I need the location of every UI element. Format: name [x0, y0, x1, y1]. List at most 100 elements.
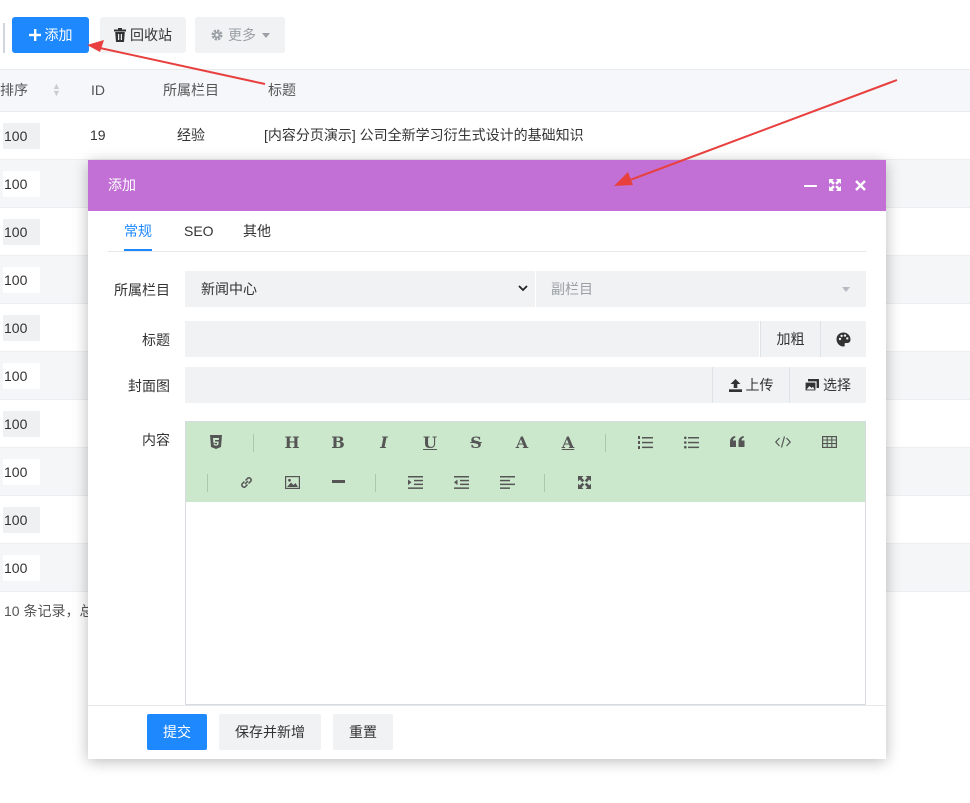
- rich-text-editor: H B I U S A A: [185, 421, 866, 705]
- subcategory-placeholder: 副栏目: [551, 281, 593, 297]
- close-icon: [854, 179, 866, 191]
- more-label: 更多: [228, 27, 256, 43]
- save-and-new-button[interactable]: 保存并新增: [219, 714, 321, 750]
- header-title: 标题: [268, 82, 296, 98]
- outdent-icon[interactable]: [449, 470, 473, 494]
- sort-input[interactable]: 100: [3, 459, 40, 485]
- table-header: 排序 ▲ ▼ ID 所属栏目 标题: [0, 69, 970, 112]
- cell-id: 19: [90, 127, 106, 143]
- trash-icon: [114, 28, 126, 42]
- sort-icon[interactable]: ▲ ▼: [52, 82, 61, 98]
- bold-icon[interactable]: B: [326, 430, 350, 454]
- plus-icon: [28, 29, 41, 41]
- editor-toolbar: H B I U S A A: [186, 422, 865, 502]
- add-button[interactable]: 添加: [12, 17, 89, 53]
- toolbar-separator: [207, 474, 208, 492]
- palette-icon: [836, 332, 851, 346]
- gear-icon: [211, 29, 223, 41]
- cover-label: 封面图: [128, 378, 170, 394]
- maximize-button[interactable]: [827, 177, 843, 193]
- choose-button[interactable]: 选择: [789, 367, 866, 403]
- upload-label: 上传: [745, 377, 774, 393]
- category-select-value: 新闻中心: [201, 281, 257, 297]
- add-button-label: 添加: [44, 27, 73, 43]
- chevron-down-icon: [842, 287, 850, 292]
- reset-button[interactable]: 重置: [333, 714, 393, 750]
- toolbar-left-edge: [3, 23, 5, 53]
- title-label: 标题: [142, 332, 170, 348]
- images-icon: [805, 379, 819, 391]
- dialog-header: 添加: [88, 160, 886, 211]
- content-label: 内容: [142, 432, 170, 448]
- chevron-down-icon: [518, 285, 528, 292]
- image-icon[interactable]: [280, 470, 304, 494]
- background-color-icon[interactable]: A: [556, 430, 580, 454]
- sort-input[interactable]: 100: [3, 315, 40, 341]
- tab-other[interactable]: 其他: [243, 211, 271, 251]
- minimize-button[interactable]: [802, 177, 818, 193]
- submit-button[interactable]: 提交: [147, 714, 207, 750]
- table-row: 100 19 经验 [内容分页演示] 公司全新学习衍生式设计的基础知识: [0, 112, 970, 160]
- sort-input[interactable]: 100: [3, 555, 40, 581]
- list-toolbar: 添加 回收站 更多: [0, 17, 970, 53]
- dialog-tabs: 常规 SEO 其他: [108, 211, 866, 252]
- sort-input[interactable]: 100: [3, 507, 40, 533]
- tab-seo[interactable]: SEO: [184, 211, 214, 251]
- code-icon[interactable]: [771, 430, 795, 454]
- chevron-down-icon: [262, 32, 270, 38]
- close-button[interactable]: [852, 177, 868, 193]
- subcategory-select[interactable]: 副栏目: [536, 271, 866, 307]
- cell-category: 经验: [177, 127, 205, 143]
- upload-button[interactable]: 上传: [712, 367, 789, 403]
- cover-input[interactable]: [185, 367, 712, 403]
- link-icon[interactable]: [234, 470, 258, 494]
- toolbar-separator: [544, 474, 545, 492]
- title-input[interactable]: [185, 321, 759, 357]
- choose-label: 选择: [823, 377, 851, 393]
- font-color-icon[interactable]: A: [510, 430, 534, 454]
- category-label: 所属栏目: [114, 282, 170, 298]
- ordered-list-icon[interactable]: [633, 430, 657, 454]
- strikethrough-icon[interactable]: S: [464, 430, 488, 454]
- sort-input[interactable]: 100: [3, 267, 40, 293]
- minimize-icon: [803, 184, 817, 187]
- toolbar-separator: [375, 474, 376, 492]
- fullscreen-icon[interactable]: [572, 470, 596, 494]
- quote-icon[interactable]: [725, 430, 749, 454]
- recycle-bin-button[interactable]: 回收站: [100, 17, 186, 53]
- toolbar-separator: [605, 434, 606, 452]
- upload-icon: [728, 378, 742, 392]
- expand-icon: [829, 179, 841, 191]
- unordered-list-icon[interactable]: [679, 430, 703, 454]
- tab-general[interactable]: 常规: [124, 211, 152, 251]
- align-icon[interactable]: [495, 470, 519, 494]
- category-select[interactable]: 新闻中心: [185, 271, 535, 307]
- header-id: ID: [91, 82, 105, 98]
- header-category: 所属栏目: [163, 82, 219, 98]
- more-dropdown-button[interactable]: 更多: [195, 17, 285, 53]
- table-icon[interactable]: [817, 430, 841, 454]
- cell-title[interactable]: [内容分页演示] 公司全新学习衍生式设计的基础知识: [264, 112, 584, 159]
- pagination-info: 10 条记录，总: [4, 603, 94, 619]
- recycle-bin-label: 回收站: [130, 27, 172, 43]
- bold-toggle-label: 加粗: [776, 331, 805, 347]
- sort-input[interactable]: 100: [3, 363, 40, 389]
- heading-icon[interactable]: H: [280, 430, 304, 454]
- sort-input[interactable]: 100: [3, 171, 40, 197]
- add-dialog: 添加 常规 SEO 其他 所属栏目 新闻中心 副栏目 标题 加粗 封面图 上传: [88, 160, 886, 759]
- underline-icon[interactable]: U: [418, 430, 442, 454]
- sort-input[interactable]: 100: [3, 123, 40, 149]
- header-sort[interactable]: 排序: [0, 70, 28, 111]
- editor-content-area[interactable]: [186, 502, 865, 704]
- horizontal-rule-icon[interactable]: [326, 470, 350, 494]
- toolbar-separator: [253, 434, 254, 452]
- sort-input[interactable]: 100: [3, 219, 40, 245]
- dialog-footer: 提交 保存并新增 重置: [88, 705, 886, 759]
- title-color-button[interactable]: [820, 321, 866, 357]
- html5-icon[interactable]: [204, 430, 228, 454]
- italic-icon[interactable]: I: [372, 430, 396, 454]
- bold-toggle-button[interactable]: 加粗: [760, 321, 820, 357]
- dialog-title: 添加: [108, 177, 136, 193]
- sort-input[interactable]: 100: [3, 411, 40, 437]
- indent-icon[interactable]: [403, 470, 427, 494]
